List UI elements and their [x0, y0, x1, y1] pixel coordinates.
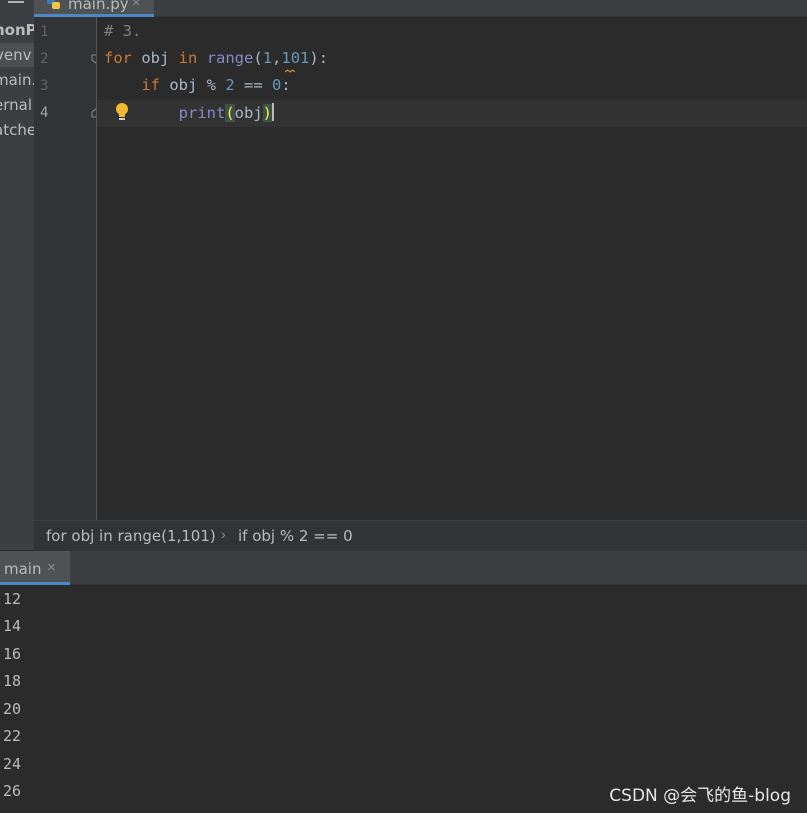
code-line-4: print(obj) [178, 103, 275, 122]
python-file-icon [47, 0, 60, 9]
editor-gutter: 1 2 3 4 [34, 17, 101, 520]
console-line: 22 [3, 727, 22, 745]
text-caret [272, 103, 275, 121]
sidebar-item-project[interactable]: honP [0, 18, 34, 42]
console-line: 18 [3, 672, 22, 690]
sidebar-item-main[interactable]: main. [0, 68, 34, 92]
console-line: 12 [3, 590, 22, 608]
sidebar-item-external[interactable]: ernal [0, 93, 34, 117]
code-line-1: # 3. [104, 22, 142, 40]
breadcrumb-item-if[interactable]: if obj % 2 == 0 [238, 527, 353, 545]
line-number: 2 [40, 51, 49, 67]
breadcrumb-item-for[interactable]: for obj in range(1,101) [46, 527, 216, 545]
run-tab-main[interactable]: main × [0, 551, 70, 585]
code-line-3: if obj % 2 == 0: [141, 76, 291, 94]
run-tab-label: main [4, 560, 42, 578]
console-line: 20 [3, 700, 22, 718]
line-number: 4 [40, 105, 49, 121]
tab-label: main.py [68, 0, 129, 13]
watermark: CSDN @会飞的鱼-blog [609, 786, 791, 806]
line-number: 3 [40, 78, 49, 94]
console-line: 26 [3, 782, 22, 800]
breadcrumb: for obj in range(1,101) › if obj % 2 == … [34, 520, 807, 551]
sidebar-item-venv[interactable]: venv [0, 43, 34, 67]
code-line-2: for obj in range(1,101): [104, 49, 329, 67]
console-line: 16 [3, 645, 22, 663]
sidebar-header [0, 0, 34, 16]
menu-icon[interactable] [8, 0, 24, 3]
run-panel-header: main × [0, 551, 807, 585]
console-line: 24 [3, 755, 22, 773]
project-sidebar: honP venv main. ernal atche [0, 0, 34, 550]
line-number: 1 [40, 24, 49, 40]
warning-squiggle [285, 69, 295, 73]
tab-main-py[interactable]: main.py × [34, 0, 154, 17]
console-line: 14 [3, 617, 22, 635]
close-icon[interactable]: × [47, 559, 56, 576]
run-console[interactable]: 12 14 16 18 20 22 24 26 [0, 585, 807, 813]
chevron-right-icon: › [221, 526, 226, 542]
sidebar-item-scratches[interactable]: atche [0, 118, 34, 142]
close-icon[interactable]: × [132, 0, 140, 10]
code-editor[interactable]: # 3. for obj in range(1,101): if obj % 2… [97, 17, 807, 520]
editor-tab-bar: main.py × [34, 0, 807, 17]
